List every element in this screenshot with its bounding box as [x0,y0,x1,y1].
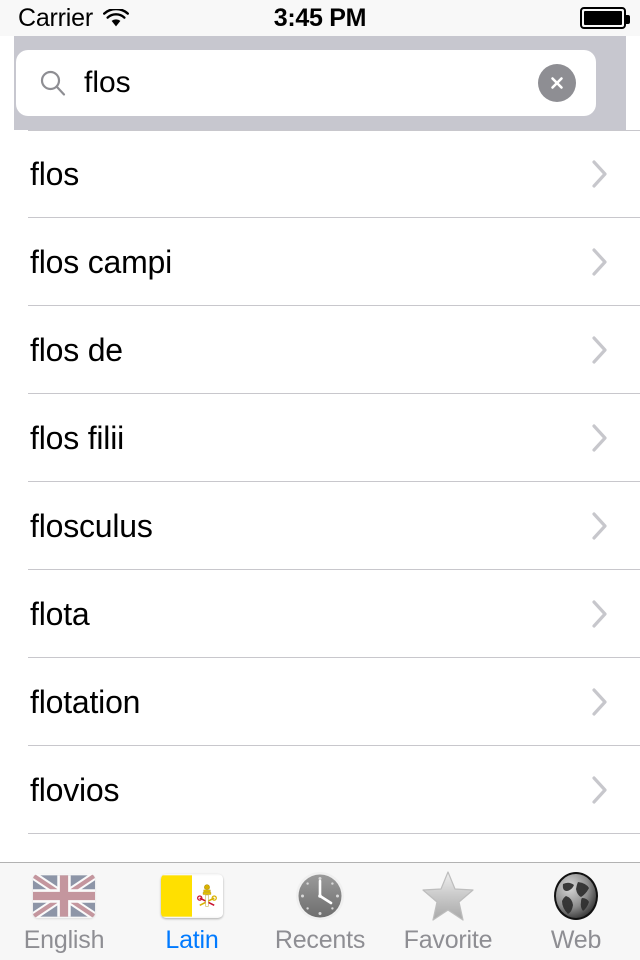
row-label: flos de [30,331,123,368]
tab-latin[interactable]: Latin [128,863,256,960]
search-input-value[interactable]: flos [84,66,538,100]
chevron-right-icon [590,509,610,543]
chevron-right-icon [590,773,610,807]
table-row[interactable]: flotation [0,658,640,746]
tab-label-recents: Recents [274,926,366,954]
row-label: flotation [30,683,141,720]
chevron-right-icon [590,157,610,191]
tab-label-favorite: Favorite [403,926,493,954]
vatican-flag-icon [161,874,223,918]
app-screen: Carrier 3:45 PM flos flos flos campi flo… [0,0,640,960]
table-row[interactable]: flovios [0,746,640,834]
row-label: flota [30,595,90,632]
table-row[interactable]: flosculus [0,482,640,570]
tab-icon-favorite [416,871,480,921]
chevron-right-icon [590,245,610,279]
tab-english[interactable]: English [0,863,128,960]
tab-favorite[interactable]: Favorite [384,863,512,960]
tab-label-latin: Latin [165,926,219,954]
tab-icon-latin [160,871,224,921]
tab-icon-english [32,871,96,921]
row-label: flos filii [30,419,125,456]
tab-label-english: English [23,926,105,954]
tab-icon-web [544,871,608,921]
clear-circle-icon[interactable] [538,64,576,102]
table-row[interactable]: flos campi [0,218,640,306]
battery-full-icon [580,7,630,29]
search-results-list[interactable]: flos flos campi flos de flos filii flosc… [0,130,640,862]
status-bar: Carrier 3:45 PM [0,0,640,36]
clock-icon [294,870,346,922]
tab-label-web: Web [550,926,602,954]
table-row[interactable]: flota [0,570,640,658]
search-bar: flos [0,36,640,130]
row-label: flosculus [30,507,153,544]
star-icon [421,870,475,922]
row-label: flos [30,155,79,192]
tab-web[interactable]: Web [512,863,640,960]
chevron-right-icon [590,421,610,455]
globe-icon [550,870,602,922]
tab-bar: English Latin Recents Favorite Web [0,862,640,960]
clock-label: 3:45 PM [273,3,367,32]
table-row[interactable]: flos de [0,306,640,394]
chevron-right-icon [590,597,610,631]
search-input[interactable]: flos [16,50,596,116]
table-row[interactable]: flos filii [0,394,640,482]
tab-recents[interactable]: Recents [256,863,384,960]
table-row[interactable]: flos [0,130,640,218]
search-icon [38,68,68,98]
chevron-right-icon [590,333,610,367]
status-bar-right [580,0,630,36]
uk-flag-icon [33,874,95,918]
row-label: flovios [30,771,120,808]
chevron-right-icon [590,685,610,719]
row-label: flos campi [30,243,173,280]
status-bar-center: 3:45 PM [0,0,640,36]
tab-icon-recents [288,871,352,921]
